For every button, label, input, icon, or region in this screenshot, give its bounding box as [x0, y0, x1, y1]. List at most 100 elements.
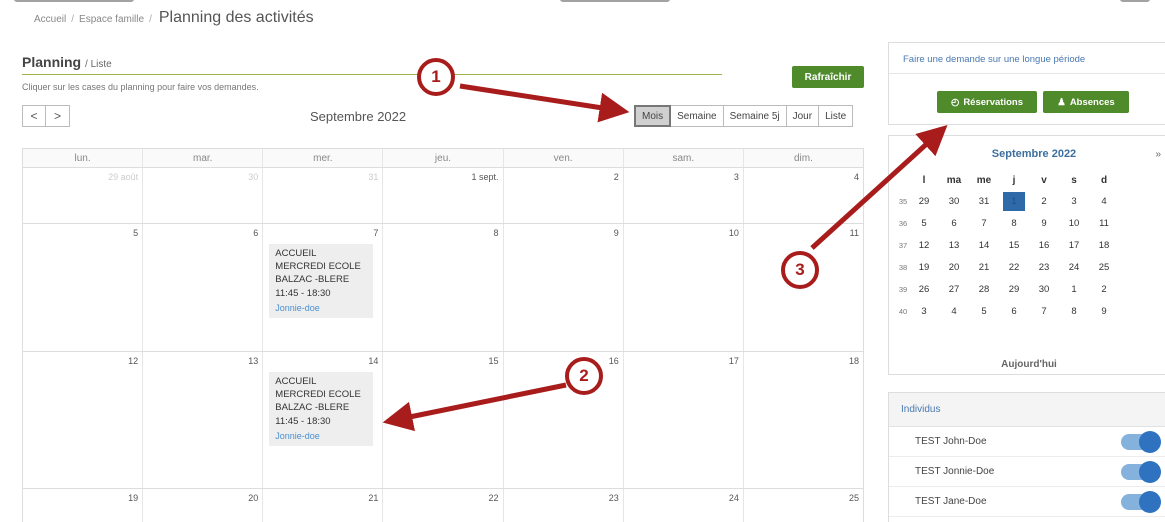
calendar-day-cell[interactable]: 31 [262, 168, 382, 223]
breadcrumb-separator: / [149, 14, 152, 25]
mini-calendar-day[interactable]: 22 [999, 256, 1029, 278]
mini-calendar-day[interactable]: 1 [1059, 278, 1089, 300]
mini-calendar-day[interactable]: 31 [969, 190, 999, 212]
absences-button[interactable]: ♟ Absences [1043, 91, 1129, 113]
mini-calendar-day[interactable]: 10 [1059, 212, 1089, 234]
breadcrumb-section[interactable]: Espace famille [79, 14, 144, 25]
mini-calendar-day[interactable]: 18 [1089, 234, 1119, 256]
view-mois-button[interactable]: Mois [634, 105, 672, 127]
mini-calendar-day[interactable]: 13 [939, 234, 969, 256]
mini-calendar-day[interactable]: 24 [1059, 256, 1089, 278]
mini-calendar-day[interactable]: 4 [939, 300, 969, 322]
calendar-day-cell[interactable]: 21 [262, 489, 382, 522]
mini-calendar-day[interactable]: 2 [1029, 190, 1059, 212]
mini-calendar-day[interactable]: 6 [939, 212, 969, 234]
individu-name: TEST John-Doe [915, 436, 987, 447]
prev-month-button[interactable]: < [22, 105, 46, 127]
calendar-day-cell[interactable]: 25 [742, 489, 863, 522]
breadcrumb-home[interactable]: Accueil [34, 14, 66, 25]
individu-name: TEST Jonnie-Doe [915, 466, 995, 477]
calendar-day-cell[interactable]: 16 [502, 352, 623, 488]
calendar-day-cell[interactable]: 8 [382, 224, 502, 351]
view-semaine-button[interactable]: Semaine [671, 105, 724, 127]
activity-event[interactable]: ACCUEIL MERCREDI ECOLE BALZAC -BLERE 11:45 … [269, 372, 374, 446]
today-button[interactable]: Aujourd'hui [889, 359, 1165, 370]
next-month-button[interactable]: > [46, 105, 70, 127]
mini-calendar-day[interactable]: 3 [909, 300, 939, 322]
mini-calendar-day[interactable]: 5 [969, 300, 999, 322]
calendar-day-cell[interactable]: 4 [742, 168, 863, 223]
view-semaine-5j-button[interactable]: Semaine 5j [723, 105, 787, 127]
calendar-day-cell[interactable]: 18 [742, 352, 863, 488]
mini-calendar-day[interactable]: 11 [1089, 212, 1119, 234]
mini-calendar-day[interactable]: 2 [1089, 278, 1119, 300]
calendar-day-cell[interactable]: 23 [502, 489, 623, 522]
view-jour-button[interactable]: Jour [786, 105, 820, 127]
mini-calendar-day[interactable]: 16 [1029, 234, 1059, 256]
calendar-day-cell[interactable]: 14 ACCUEIL MERCREDI ECOLE BALZAC -BLERE 11:4… [262, 352, 382, 488]
calendar-day-cell[interactable]: 3 [622, 168, 743, 223]
mini-calendar-day[interactable]: 14 [969, 234, 999, 256]
event-name-line: ACCUEIL [275, 248, 317, 259]
mini-calendar-day[interactable]: 30 [939, 190, 969, 212]
mini-calendar-day[interactable]: 9 [1089, 300, 1119, 322]
mini-calendar-day[interactable]: 29 [909, 190, 939, 212]
calendar-day-cell[interactable]: 7 ACCUEIL MERCREDI ECOLE BALZAC -BLERE 11:45… [262, 224, 382, 351]
calendar-day-cell[interactable]: 24 [622, 489, 743, 522]
calendar-day-cell[interactable]: 29 août [23, 168, 142, 223]
calendar-day-cell[interactable]: 12 [23, 352, 142, 488]
calendar-day-cell[interactable]: 20 [142, 489, 262, 522]
mini-calendar-day[interactable]: 7 [969, 212, 999, 234]
calendar-nav: < > [22, 105, 70, 127]
calendar-day-cell[interactable]: 15 [382, 352, 502, 488]
mini-calendar-day[interactable]: 29 [999, 278, 1029, 300]
view-switcher: Mois Semaine Semaine 5j Jour Liste [634, 105, 854, 127]
mini-calendar-day[interactable]: 27 [939, 278, 969, 300]
mini-calendar-day[interactable]: 19 [909, 256, 939, 278]
mini-calendar-day[interactable]: 8 [999, 212, 1029, 234]
mini-calendar-day[interactable]: 17 [1059, 234, 1089, 256]
mini-calendar-next-button[interactable]: » [1155, 149, 1161, 160]
calendar-day-cell[interactable]: 5 [23, 224, 142, 351]
individu-toggle[interactable] [1121, 461, 1161, 483]
planning-title-suffix: / Liste [85, 59, 112, 70]
mini-calendar-day[interactable]: 15 [999, 234, 1029, 256]
mini-calendar-day[interactable]: 30 [1029, 278, 1059, 300]
individu-row: TEST Jane-Doe [889, 487, 1165, 517]
mini-calendar-day[interactable]: 26 [909, 278, 939, 300]
mini-calendar-day[interactable]: 28 [969, 278, 999, 300]
mini-calendar-day[interactable]: 21 [969, 256, 999, 278]
weekday-label: mer. [262, 149, 382, 167]
mini-calendar-day[interactable]: 6 [999, 300, 1029, 322]
calendar-day-cell[interactable]: 30 [142, 168, 262, 223]
mini-calendar-day[interactable]: 12 [909, 234, 939, 256]
individu-toggle[interactable] [1121, 431, 1161, 453]
refresh-button[interactable]: Rafraîchir [792, 66, 864, 88]
calendar-day-cell[interactable]: 6 [142, 224, 262, 351]
mini-calendar-today[interactable]: 1 [999, 190, 1029, 212]
mini-calendar-day[interactable]: 20 [939, 256, 969, 278]
mini-calendar-day[interactable]: 23 [1029, 256, 1059, 278]
mini-calendar-day[interactable]: 9 [1029, 212, 1059, 234]
calendar-day-cell[interactable]: 9 [502, 224, 623, 351]
mini-calendar-day[interactable]: 3 [1059, 190, 1089, 212]
calendar-day-cell[interactable]: 19 [23, 489, 142, 522]
view-liste-button[interactable]: Liste [819, 105, 854, 127]
calendar-day-cell[interactable]: 2 [502, 168, 623, 223]
calendar-day-cell[interactable]: 22 [382, 489, 502, 522]
reservations-button[interactable]: ◴ Réservations [937, 91, 1037, 113]
mini-calendar-day[interactable]: 4 [1089, 190, 1119, 212]
calendar-day-cell[interactable]: 10 [622, 224, 743, 351]
calendar-day-cell[interactable]: 17 [622, 352, 743, 488]
mini-calendar-day[interactable]: 5 [909, 212, 939, 234]
calendar-day-cell[interactable]: 13 [142, 352, 262, 488]
weekday-label: sam. [622, 149, 743, 167]
mini-calendar-day[interactable]: 7 [1029, 300, 1059, 322]
mini-calendar-day[interactable]: 8 [1059, 300, 1089, 322]
day-number: 24 [728, 493, 739, 503]
calendar-day-cell[interactable]: 1 sept. [382, 168, 502, 223]
activity-event[interactable]: ACCUEIL MERCREDI ECOLE BALZAC -BLERE 11:45 … [269, 244, 374, 318]
mini-calendar-day[interactable]: 25 [1089, 256, 1119, 278]
weekday-label: mar. [142, 149, 262, 167]
individu-toggle[interactable] [1121, 491, 1161, 513]
